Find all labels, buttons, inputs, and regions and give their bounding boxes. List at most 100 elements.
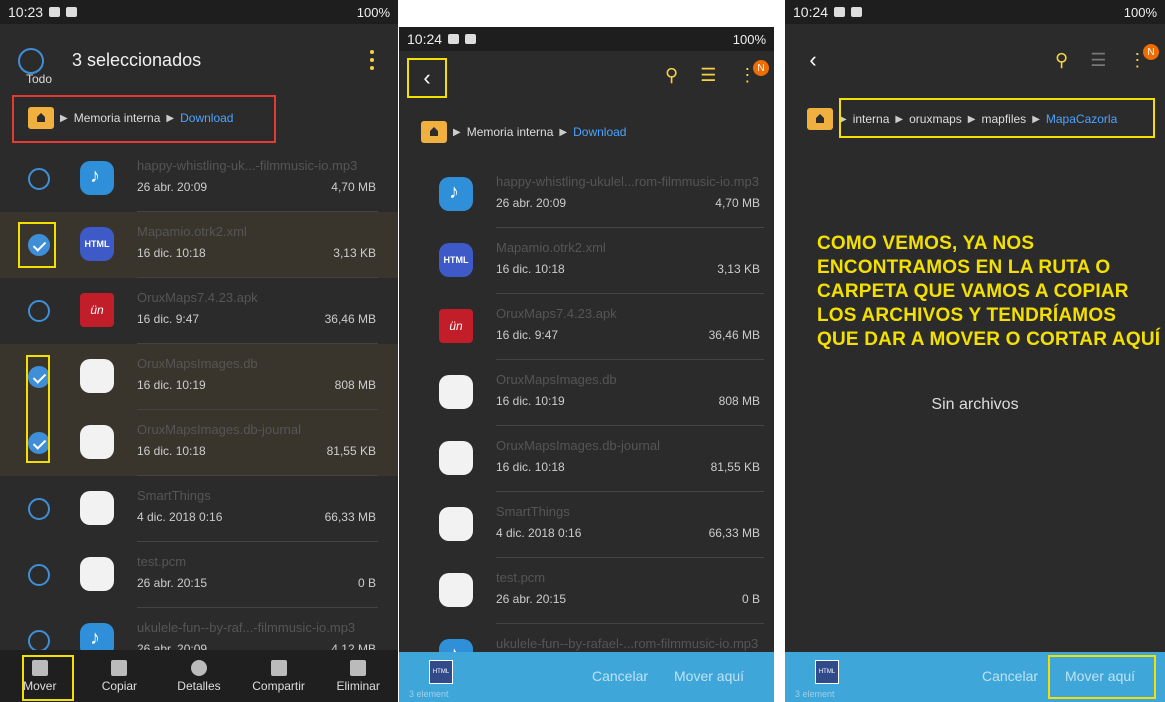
file-size: 66,33 MB bbox=[708, 526, 760, 540]
file-checkbox[interactable] bbox=[28, 300, 50, 322]
file-checkbox[interactable] bbox=[28, 564, 50, 586]
list-view-icon[interactable]: ☰ bbox=[700, 65, 716, 86]
more-options-icon[interactable] bbox=[370, 50, 374, 70]
select-all-label: Todo bbox=[26, 72, 53, 86]
music-file-icon bbox=[80, 161, 114, 195]
file-date: 26 abr. 20:09 bbox=[496, 196, 567, 210]
selected-count: 3 element bbox=[795, 689, 835, 699]
file-date: 16 dic. 10:18 bbox=[496, 460, 565, 474]
file-date: 26 abr. 20:15 bbox=[137, 576, 208, 590]
status-bar: 10:24 100% bbox=[785, 0, 1165, 24]
panel-target-folder: 10:24 100% ‹ ⚲ ☰ ⋮ N ▶ interna ▶ oruxmaps ▶ m… bbox=[785, 0, 1165, 702]
file-row[interactable]: happy-whistling-uk...-filmmusic-io.mp3 26… bbox=[0, 146, 398, 212]
file-row[interactable]: ün OruxMaps7.4.23.apk 16 dic. 9:47 36,46 MB bbox=[399, 294, 774, 360]
file-name: Mapamio.otrk2.xml bbox=[137, 224, 247, 239]
selection-thumbnail: HTML bbox=[815, 660, 839, 684]
file-name: SmartThings bbox=[496, 504, 570, 519]
trash-button[interactable]: Eliminar bbox=[323, 659, 393, 693]
back-arrow-icon[interactable]: ‹ bbox=[795, 42, 831, 78]
search-icon[interactable]: ⚲ bbox=[665, 65, 678, 86]
file-date: 26 abr. 20:15 bbox=[496, 592, 567, 606]
file-date: 16 dic. 10:19 bbox=[496, 394, 565, 408]
share-button[interactable]: Compartir bbox=[244, 659, 314, 693]
file-size: 808 MB bbox=[334, 378, 376, 392]
checkbox-highlight bbox=[18, 222, 56, 268]
file-row[interactable]: OruxMapsImages.db 16 dic. 10:19 808 MB bbox=[0, 344, 398, 410]
list-view-icon[interactable]: ☰ bbox=[1090, 50, 1106, 71]
file-checkbox[interactable] bbox=[28, 630, 50, 652]
info-icon bbox=[190, 659, 207, 676]
file-date: 16 dic. 10:18 bbox=[496, 262, 565, 276]
move-action-bar: HTML 3 element Cancelar Mover aquí bbox=[399, 652, 774, 702]
file-size: 36,46 MB bbox=[324, 312, 376, 326]
file-row[interactable]: happy-whistling-ukulel...rom-filmmusic-i… bbox=[399, 162, 774, 228]
file-checkbox[interactable] bbox=[28, 498, 50, 520]
file-size: 81,55 KB bbox=[710, 460, 760, 474]
toolbar-actions: ⚲ ☰ ⋮ bbox=[665, 65, 756, 86]
move-button-highlight bbox=[22, 655, 74, 701]
html-file-icon: HTML bbox=[439, 243, 473, 277]
cancel-button[interactable]: Cancelar bbox=[982, 668, 1038, 684]
notification-icon bbox=[66, 7, 78, 17]
doc-file-icon bbox=[80, 359, 114, 393]
file-size: 3,13 KB bbox=[333, 246, 376, 260]
status-time: 10:23 bbox=[8, 4, 44, 20]
search-icon[interactable]: ⚲ bbox=[1055, 50, 1068, 71]
home-folder-icon[interactable] bbox=[807, 108, 833, 130]
file-name: ukulele-fun--by-raf...-filmmusic-io.mp3 bbox=[137, 620, 356, 635]
notification-badge: N bbox=[1143, 44, 1159, 60]
file-checkbox[interactable] bbox=[28, 168, 50, 190]
file-row[interactable]: OruxMapsImages.db-journal 16 dic. 10:18 81… bbox=[399, 426, 774, 492]
file-size: 3,13 KB bbox=[717, 262, 760, 276]
trash-icon bbox=[350, 659, 367, 676]
file-row[interactable]: SmartThings 4 dic. 2018 0:16 66,33 MB bbox=[399, 492, 774, 558]
file-name: SmartThings bbox=[137, 488, 211, 503]
music-file-icon bbox=[439, 177, 473, 211]
select-all-checkbox[interactable] bbox=[18, 48, 44, 74]
move-here-highlight bbox=[1048, 655, 1156, 699]
battery-level: 100% bbox=[356, 4, 390, 20]
empty-folder-message: Sin archivos bbox=[931, 396, 1019, 413]
file-name: test.pcm bbox=[137, 554, 187, 569]
file-name: test.pcm bbox=[496, 570, 546, 585]
file-name: OruxMapsImages.db-journal bbox=[496, 438, 661, 453]
file-row[interactable]: ün OruxMaps7.4.23.apk 16 dic. 9:47 36,46 MB bbox=[0, 278, 398, 344]
file-row[interactable]: OruxMapsImages.db-journal 16 dic. 10:18 81… bbox=[0, 410, 398, 476]
breadcrumb-root[interactable]: Memoria interna bbox=[467, 125, 554, 139]
file-name: happy-whistling-ukulel...rom-filmmusic-i… bbox=[496, 174, 759, 189]
file-row[interactable]: test.pcm 26 abr. 20:15 0 B bbox=[0, 542, 398, 608]
battery-level: 100% bbox=[732, 31, 766, 47]
chevron-right-icon: ▶ bbox=[559, 126, 568, 138]
copy-button[interactable]: Copiar bbox=[84, 659, 154, 693]
file-size: 36,46 MB bbox=[708, 328, 760, 342]
selected-count: 3 element bbox=[409, 689, 449, 699]
file-name: happy-whistling-uk...-filmmusic-io.mp3 bbox=[137, 158, 358, 173]
file-name: ukulele-fun--by-rafael-...rom-filmmusic-… bbox=[496, 636, 759, 651]
file-name: OruxMaps7.4.23.apk bbox=[137, 290, 258, 305]
tutorial-annotation: COMO VEMOS, YA NOS ENCONTRAMOS EN LA RUT… bbox=[817, 233, 1161, 350]
file-row[interactable]: OruxMapsImages.db 16 dic. 10:19 808 MB bbox=[399, 360, 774, 426]
trash-label: Eliminar bbox=[336, 678, 380, 693]
notification-icon bbox=[448, 34, 460, 44]
status-bar: 10:24 100% bbox=[399, 27, 774, 51]
file-row[interactable]: SmartThings 4 dic. 2018 0:16 66,33 MB bbox=[0, 476, 398, 542]
doc-file-icon bbox=[80, 425, 114, 459]
file-row[interactable]: test.pcm 26 abr. 20:15 0 B bbox=[399, 558, 774, 624]
file-date: 16 dic. 10:19 bbox=[137, 378, 206, 392]
info-button[interactable]: Detalles bbox=[164, 659, 234, 693]
move-here-button[interactable]: Mover aquí bbox=[674, 668, 744, 684]
breadcrumb-current[interactable]: Download bbox=[573, 125, 626, 139]
home-folder-icon[interactable] bbox=[421, 121, 447, 143]
breadcrumb: ▶ Memoria interna ▶ Download bbox=[421, 121, 626, 143]
file-row[interactable]: HTML Mapamio.otrk2.xml 16 dic. 10:18 3,13 K… bbox=[0, 212, 398, 278]
notification-icon bbox=[465, 34, 477, 44]
doc-file-icon bbox=[80, 491, 114, 525]
file-row[interactable]: HTML Mapamio.otrk2.xml 16 dic. 10:18 3,13 K… bbox=[399, 228, 774, 294]
back-highlight bbox=[407, 58, 447, 98]
breadcrumb-highlight bbox=[839, 98, 1155, 138]
cancel-button[interactable]: Cancelar bbox=[592, 668, 648, 684]
doc-file-icon bbox=[439, 507, 473, 541]
file-size: 0 B bbox=[741, 592, 760, 606]
doc-file-icon bbox=[80, 557, 114, 591]
file-size: 81,55 KB bbox=[326, 444, 376, 458]
